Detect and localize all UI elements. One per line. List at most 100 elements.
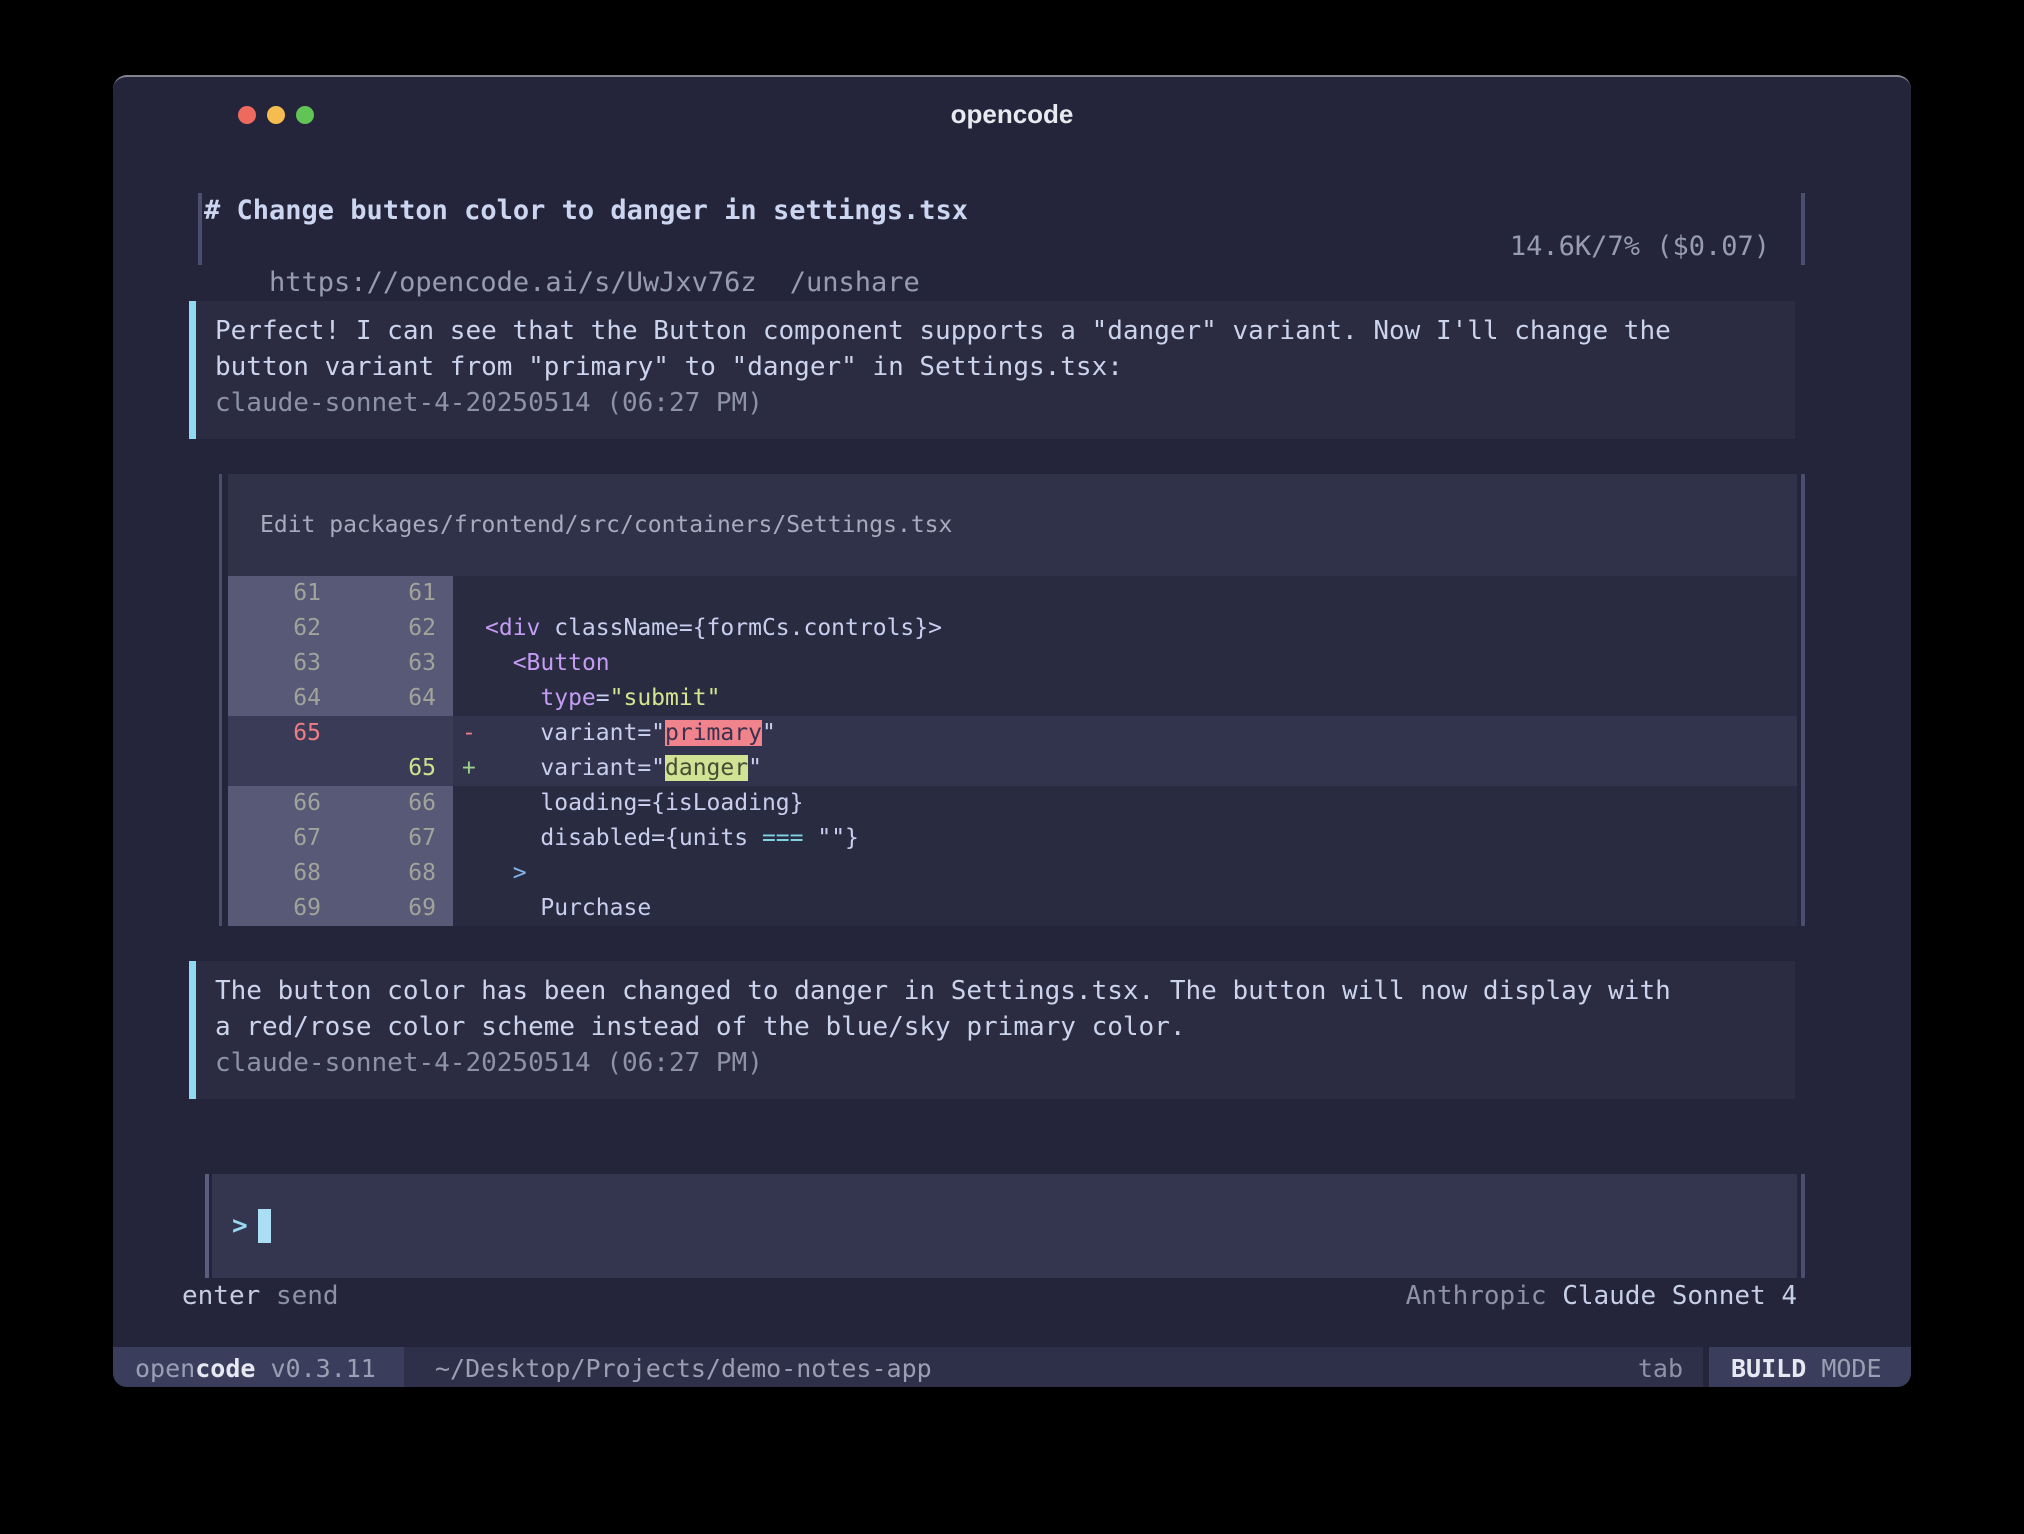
hint-key: enter bbox=[182, 1281, 260, 1311]
diff-row: 6464 type="submit" bbox=[228, 681, 1797, 716]
text-cursor bbox=[258, 1209, 271, 1243]
message-text: Perfect! I can see that the Button compo… bbox=[215, 313, 1795, 385]
diff-new-line-number: 64 bbox=[328, 681, 453, 716]
diff-sign bbox=[453, 611, 485, 646]
diff-table: 61616262 <div className={formCs.controls}… bbox=[228, 576, 1797, 926]
diff-sign bbox=[453, 786, 485, 821]
share-url-link[interactable]: https://opencode.ai/s/UwJxv76z bbox=[269, 267, 757, 298]
code-segment: type bbox=[540, 685, 595, 711]
assistant-message-2: The button color has been changed to dan… bbox=[189, 961, 1795, 1099]
diff-code: variant="danger" bbox=[485, 751, 762, 786]
mode-badge[interactable]: BUILD MODE bbox=[1709, 1347, 1911, 1387]
code-segment: "submit" bbox=[610, 685, 721, 711]
diff-new-line-number: 67 bbox=[328, 821, 453, 856]
header-left-bar bbox=[198, 193, 202, 265]
diff-row: 6363 <Button bbox=[228, 646, 1797, 681]
code-segment: === bbox=[762, 825, 804, 851]
enter-send-hint: enter send bbox=[182, 1278, 339, 1314]
prompt-input[interactable]: > bbox=[212, 1174, 1797, 1278]
edit-tool-block: Edit packages/frontend/src/containers/Se… bbox=[228, 474, 1797, 926]
app-name-code: code bbox=[195, 1354, 255, 1383]
code-segment: disabled={units bbox=[485, 825, 762, 851]
diff-new-line-number bbox=[328, 716, 453, 751]
diff-sign bbox=[453, 681, 485, 716]
provider-name: Anthropic bbox=[1406, 1281, 1547, 1311]
diff-code: variant="primary" bbox=[485, 716, 776, 751]
model-name: Claude Sonnet 4 bbox=[1562, 1281, 1797, 1311]
diff-row: 65+ variant="danger" bbox=[228, 751, 1797, 786]
diff-old-line-number: 68 bbox=[228, 856, 328, 891]
diff-row: 6868 > bbox=[228, 856, 1797, 891]
code-segment: variant=" bbox=[485, 755, 665, 781]
diff-old-line-number: 66 bbox=[228, 786, 328, 821]
header-right-bar bbox=[1801, 193, 1805, 265]
message-meta: claude-sonnet-4-20250514 (06:27 PM) bbox=[215, 1045, 1795, 1081]
edit-file-header: Edit packages/frontend/src/containers/Se… bbox=[228, 474, 1797, 576]
code-segment bbox=[485, 895, 540, 921]
mode-mode-label: MODE bbox=[1806, 1354, 1881, 1383]
diff-row: 6969 Purchase bbox=[228, 891, 1797, 926]
input-left-bar bbox=[205, 1174, 209, 1278]
diff-row: 6262 <div className={formCs.controls}> bbox=[228, 611, 1797, 646]
input-right-bar bbox=[1801, 1174, 1805, 1278]
diff-new-line-number: 61 bbox=[328, 576, 453, 611]
code-segment: " bbox=[748, 755, 762, 781]
code-segment bbox=[485, 860, 513, 886]
diff-code: <Button bbox=[485, 646, 610, 681]
opencode-window: opencode # Change button color to danger… bbox=[113, 75, 1911, 1387]
diff-code: > bbox=[485, 856, 527, 891]
diff-old-line-number: 67 bbox=[228, 821, 328, 856]
diff-sign bbox=[453, 576, 485, 611]
code-segment bbox=[485, 650, 513, 676]
diff-new-line-number: 63 bbox=[328, 646, 453, 681]
message-line: The button color has been changed to dan… bbox=[215, 973, 1795, 1009]
message-line: button variant from "primary" to "danger… bbox=[215, 349, 1795, 385]
diff-code: disabled={units === ""} bbox=[485, 821, 859, 856]
diff-old-line-number: 65 bbox=[228, 716, 328, 751]
diff-old-line-number bbox=[228, 751, 328, 786]
model-name-space bbox=[1547, 1281, 1563, 1311]
model-indicator: Anthropic Claude Sonnet 4 bbox=[1406, 1278, 1797, 1314]
diff-sign: - bbox=[453, 716, 485, 751]
code-segment: " bbox=[762, 720, 776, 746]
assistant-message-1: Perfect! I can see that the Button compo… bbox=[189, 301, 1795, 439]
diff-row: 6767 disabled={units === ""} bbox=[228, 821, 1797, 856]
app-version-badge: opencode v0.3.11 bbox=[113, 1347, 404, 1387]
diff-new-line-number: 68 bbox=[328, 856, 453, 891]
diff-new-line-number: 66 bbox=[328, 786, 453, 821]
token-stats: 14.6K/7% ($0.07) bbox=[1510, 229, 1770, 265]
code-segment: <Button bbox=[513, 650, 610, 676]
diff-new-line-number: 65 bbox=[328, 751, 453, 786]
hints-row: enter send Anthropic Claude Sonnet 4 bbox=[113, 1278, 1911, 1314]
code-segment: className={formCs.controls}> bbox=[540, 615, 942, 641]
unshare-command[interactable]: /unshare bbox=[790, 267, 920, 298]
code-segment: loading={isLoading} bbox=[485, 790, 804, 816]
diff-old-line-number: 62 bbox=[228, 611, 328, 646]
code-segment: = bbox=[596, 685, 610, 711]
code-segment: variant=" bbox=[485, 720, 665, 746]
code-segment: > bbox=[513, 860, 527, 886]
diff-old-line-number: 64 bbox=[228, 681, 328, 716]
session-title: # Change button color to danger in setti… bbox=[204, 193, 968, 229]
diff-row: 6161 bbox=[228, 576, 1797, 611]
diff-code: type="submit" bbox=[485, 681, 720, 716]
prompt-symbol: > bbox=[232, 1211, 248, 1241]
titlebar: opencode bbox=[113, 77, 1911, 155]
status-bar: opencode v0.3.11 ~/Desktop/Projects/demo… bbox=[113, 1347, 1911, 1387]
mode-build-label: BUILD bbox=[1731, 1354, 1806, 1383]
code-segment: <div bbox=[485, 615, 540, 641]
diff-old-line-number: 63 bbox=[228, 646, 328, 681]
diff-sign bbox=[453, 821, 485, 856]
hint-action bbox=[260, 1281, 276, 1311]
diff-code: Purchase bbox=[485, 891, 651, 926]
message-meta: claude-sonnet-4-20250514 (06:27 PM) bbox=[215, 385, 1795, 421]
diff-sign bbox=[453, 856, 485, 891]
diff-old-line-number: 69 bbox=[228, 891, 328, 926]
diff-sign bbox=[453, 646, 485, 681]
diff-sign bbox=[453, 891, 485, 926]
app-name-open: open bbox=[135, 1354, 195, 1383]
app-version: v0.3.11 bbox=[255, 1354, 375, 1383]
code-segment bbox=[485, 685, 540, 711]
diff-row: 6666 loading={isLoading} bbox=[228, 786, 1797, 821]
diff-new-line-number: 62 bbox=[328, 611, 453, 646]
